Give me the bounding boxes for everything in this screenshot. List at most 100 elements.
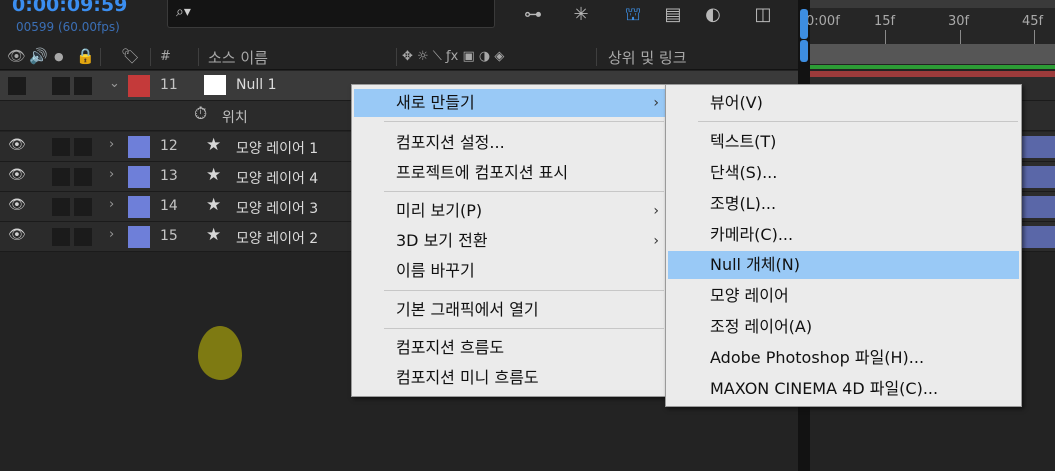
menu-item-label: 미리 보기(P) xyxy=(396,201,483,220)
layer-search-input[interactable]: ⌕▾ xyxy=(167,0,495,28)
submenu-item-text[interactable]: 텍스트(T) xyxy=(668,128,1019,156)
null-layer-icon xyxy=(204,75,226,95)
solo-switch[interactable] xyxy=(52,138,70,156)
layer-name[interactable]: 모양 레이어 2 xyxy=(236,228,318,248)
current-time-display[interactable]: 0:00:09:59 xyxy=(12,0,127,16)
menu-item-preview[interactable]: 미리 보기(P) › xyxy=(354,197,665,225)
stopwatch-icon[interactable]: ⏱ xyxy=(194,104,207,124)
shape-layer-star-icon: ★ xyxy=(206,195,222,215)
layer-number: 11 xyxy=(160,77,178,93)
time-ruler[interactable]: 0:00f 15f 30f 45f xyxy=(806,0,1055,44)
source-name-column-header[interactable]: 소스 이름 xyxy=(208,47,268,68)
tick-label: 15f xyxy=(874,14,896,29)
solo-icon[interactable]: ● xyxy=(54,50,64,63)
graph-editor-icon[interactable]: ◫ xyxy=(750,2,776,28)
label-color-swatch[interactable] xyxy=(128,166,150,188)
layer-number: 12 xyxy=(160,138,178,154)
lock-switch[interactable] xyxy=(74,138,92,156)
label-color-swatch[interactable] xyxy=(128,75,150,97)
time-navigator[interactable] xyxy=(810,0,1055,8)
eye-icon[interactable]: 👁 xyxy=(8,197,26,213)
after-effects-timeline-panel: 0:00:09:59 00599 (60.00fps) ⌕▾ ⊶ ✳ ⛫ ▤ ◐… xyxy=(0,0,1055,471)
chevron-right-icon[interactable]: › xyxy=(109,137,114,152)
label-color-swatch[interactable] xyxy=(128,196,150,218)
layer-name[interactable]: 모양 레이어 3 xyxy=(236,198,318,218)
submenu-item-light[interactable]: 조명(L)... xyxy=(668,190,1019,218)
menu-item-label: 컴포지션 흐름도 xyxy=(396,338,505,357)
submenu-item-solid[interactable]: 단색(S)... xyxy=(668,159,1019,187)
lock-switch[interactable] xyxy=(74,198,92,216)
chevron-right-icon: › xyxy=(653,95,659,111)
chevron-right-icon[interactable]: › xyxy=(109,197,114,212)
layer-name[interactable]: 모양 레이어 4 xyxy=(236,168,318,188)
draft-3d-icon[interactable]: ✳ xyxy=(568,2,594,28)
solo-switch[interactable] xyxy=(52,168,70,186)
menu-item-rename[interactable]: 이름 바꾸기 xyxy=(354,257,665,285)
solo-switch[interactable] xyxy=(52,228,70,246)
chevron-right-icon[interactable]: › xyxy=(109,167,114,182)
frame-blending-icon[interactable]: ▤ xyxy=(660,2,686,28)
work-area-start-handle[interactable] xyxy=(800,40,808,62)
chevron-right-icon: › xyxy=(653,203,659,219)
submenu-item-photoshop-file[interactable]: Adobe Photoshop 파일(H)... xyxy=(668,344,1019,372)
work-area-bar[interactable] xyxy=(810,44,1055,64)
eye-icon[interactable]: 👁 xyxy=(8,227,26,243)
layer-duration-bar[interactable] xyxy=(810,71,1055,77)
menu-item-label: 카메라(C)... xyxy=(710,225,794,244)
submenu-item-camera[interactable]: 카메라(C)... xyxy=(668,221,1019,249)
composition-flowchart-icon[interactable]: ⊶ xyxy=(520,2,546,28)
video-switch[interactable] xyxy=(8,77,26,95)
context-menu: 새로 만들기 › 컴포지션 설정... 프로젝트에 컴포지션 표시 미리 보기(… xyxy=(351,84,668,397)
solo-switch[interactable] xyxy=(52,198,70,216)
menu-item-label: 뷰어(V) xyxy=(710,93,763,112)
layer-name[interactable]: Null 1 xyxy=(236,77,276,93)
tick-label: 0:00f xyxy=(806,14,840,29)
frame-info: 00599 (60.00fps) xyxy=(16,20,120,34)
audio-icon[interactable]: 🔊 xyxy=(29,47,48,65)
menu-item-open-essential-graphics[interactable]: 기본 그래픽에서 열기 xyxy=(354,296,665,324)
render-cache-indicator xyxy=(810,65,1055,69)
parent-link-column-header[interactable]: 상위 및 링크 xyxy=(608,47,687,68)
shape-layer-star-icon: ★ xyxy=(206,165,222,185)
submenu-item-shape-layer[interactable]: 모양 레이어 xyxy=(668,282,1019,310)
lock-switch[interactable] xyxy=(74,77,92,95)
solo-switch[interactable] xyxy=(52,77,70,95)
eye-icon[interactable]: 👁 xyxy=(8,137,26,153)
lock-icon[interactable]: 🔒 xyxy=(76,47,95,65)
menu-item-switch-3d-view[interactable]: 3D 보기 전환 › xyxy=(354,227,665,255)
menu-item-label: 조정 레이어(A) xyxy=(710,317,813,336)
layer-name[interactable]: 모양 레이어 1 xyxy=(236,138,318,158)
eye-icon[interactable]: 👁 xyxy=(8,167,26,183)
layer-duration-bar[interactable] xyxy=(1020,196,1055,218)
submenu-item-viewer[interactable]: 뷰어(V) xyxy=(668,89,1019,117)
layer-duration-bar[interactable] xyxy=(1020,136,1055,158)
current-time-indicator[interactable] xyxy=(800,9,808,39)
layer-duration-bar[interactable] xyxy=(1020,166,1055,188)
submenu-item-null-object[interactable]: Null 개체(N) xyxy=(668,251,1019,279)
menu-item-label: 이름 바꾸기 xyxy=(396,261,475,280)
lock-switch[interactable] xyxy=(74,228,92,246)
shape-layer-star-icon: ★ xyxy=(206,135,222,155)
chevron-down-icon[interactable]: ⌄ xyxy=(109,76,120,91)
menu-item-label: 조명(L)... xyxy=(710,194,777,213)
layer-duration-bar[interactable] xyxy=(1020,226,1055,248)
menu-item-composition-flowchart[interactable]: 컴포지션 흐름도 xyxy=(354,334,665,362)
shy-layers-icon[interactable]: ⛫ xyxy=(620,2,646,28)
label-color-swatch[interactable] xyxy=(128,136,150,158)
tag-icon[interactable]: 🏷 xyxy=(121,47,140,65)
column-header: 👁 🔊 ● 🔒 🏷 # 소스 이름 ✥ ☼ ⟍ ƒx ▣ ◑ ◈ 상위 및 링크 xyxy=(0,44,800,70)
lock-switch[interactable] xyxy=(74,168,92,186)
submenu-item-adjustment-layer[interactable]: 조정 레이어(A) xyxy=(668,313,1019,341)
menu-item-composition-settings[interactable]: 컴포지션 설정... xyxy=(354,129,665,157)
motion-blur-icon[interactable]: ◐ xyxy=(700,2,726,28)
menu-item-new[interactable]: 새로 만들기 › xyxy=(354,89,665,117)
submenu-item-cinema4d-file[interactable]: MAXON CINEMA 4D 파일(C)... xyxy=(668,375,1019,403)
menu-separator xyxy=(384,191,664,192)
label-color-swatch[interactable] xyxy=(128,226,150,248)
eye-icon[interactable]: 👁 xyxy=(7,47,26,65)
menu-item-composition-mini-flowchart[interactable]: 컴포지션 미니 흐름도 xyxy=(354,364,665,392)
switches-icons: ✥ ☼ ⟍ ƒx ▣ ◑ ◈ xyxy=(402,49,505,64)
chevron-right-icon[interactable]: › xyxy=(109,227,114,242)
menu-item-reveal-composition[interactable]: 프로젝트에 컴포지션 표시 xyxy=(354,159,665,187)
menu-separator xyxy=(698,121,1018,122)
